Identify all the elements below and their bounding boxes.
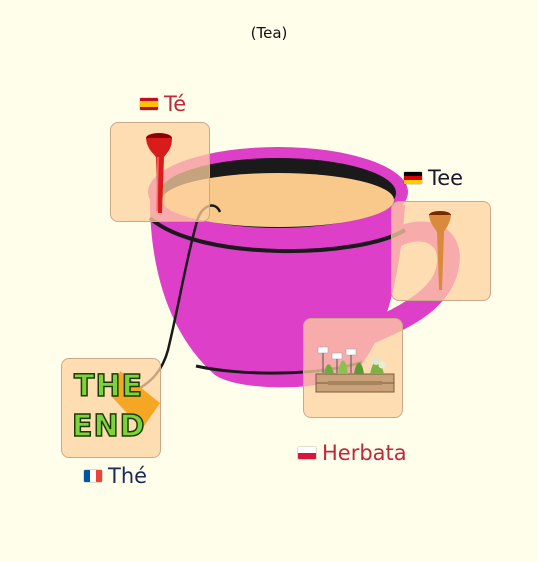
golf-tee-icon [146, 133, 172, 213]
polish-label: Herbata [298, 441, 407, 465]
german-word: Tee [428, 166, 464, 190]
french-image-card: THE END [61, 358, 161, 458]
french-label: Thé [84, 464, 147, 488]
german-image-card [391, 201, 491, 301]
spanish-image-card [110, 122, 210, 222]
french-word: Thé [108, 464, 148, 488]
spanish-label: Té [140, 92, 186, 116]
france-flag-icon [84, 470, 102, 482]
polish-image-card [303, 318, 403, 418]
the-end-line2: END [71, 408, 146, 445]
golf-tee-icon [429, 211, 451, 290]
herb-garden-icon [315, 346, 395, 393]
spain-flag-icon [140, 98, 158, 110]
germany-flag-icon [404, 172, 422, 184]
polish-word: Herbata [322, 441, 407, 465]
poland-flag-icon [298, 447, 316, 459]
the-end-line1: THE [73, 368, 144, 405]
spanish-word: Té [164, 92, 187, 116]
german-label: Tee [404, 166, 463, 190]
the-end-sticker: THE END [62, 359, 162, 459]
